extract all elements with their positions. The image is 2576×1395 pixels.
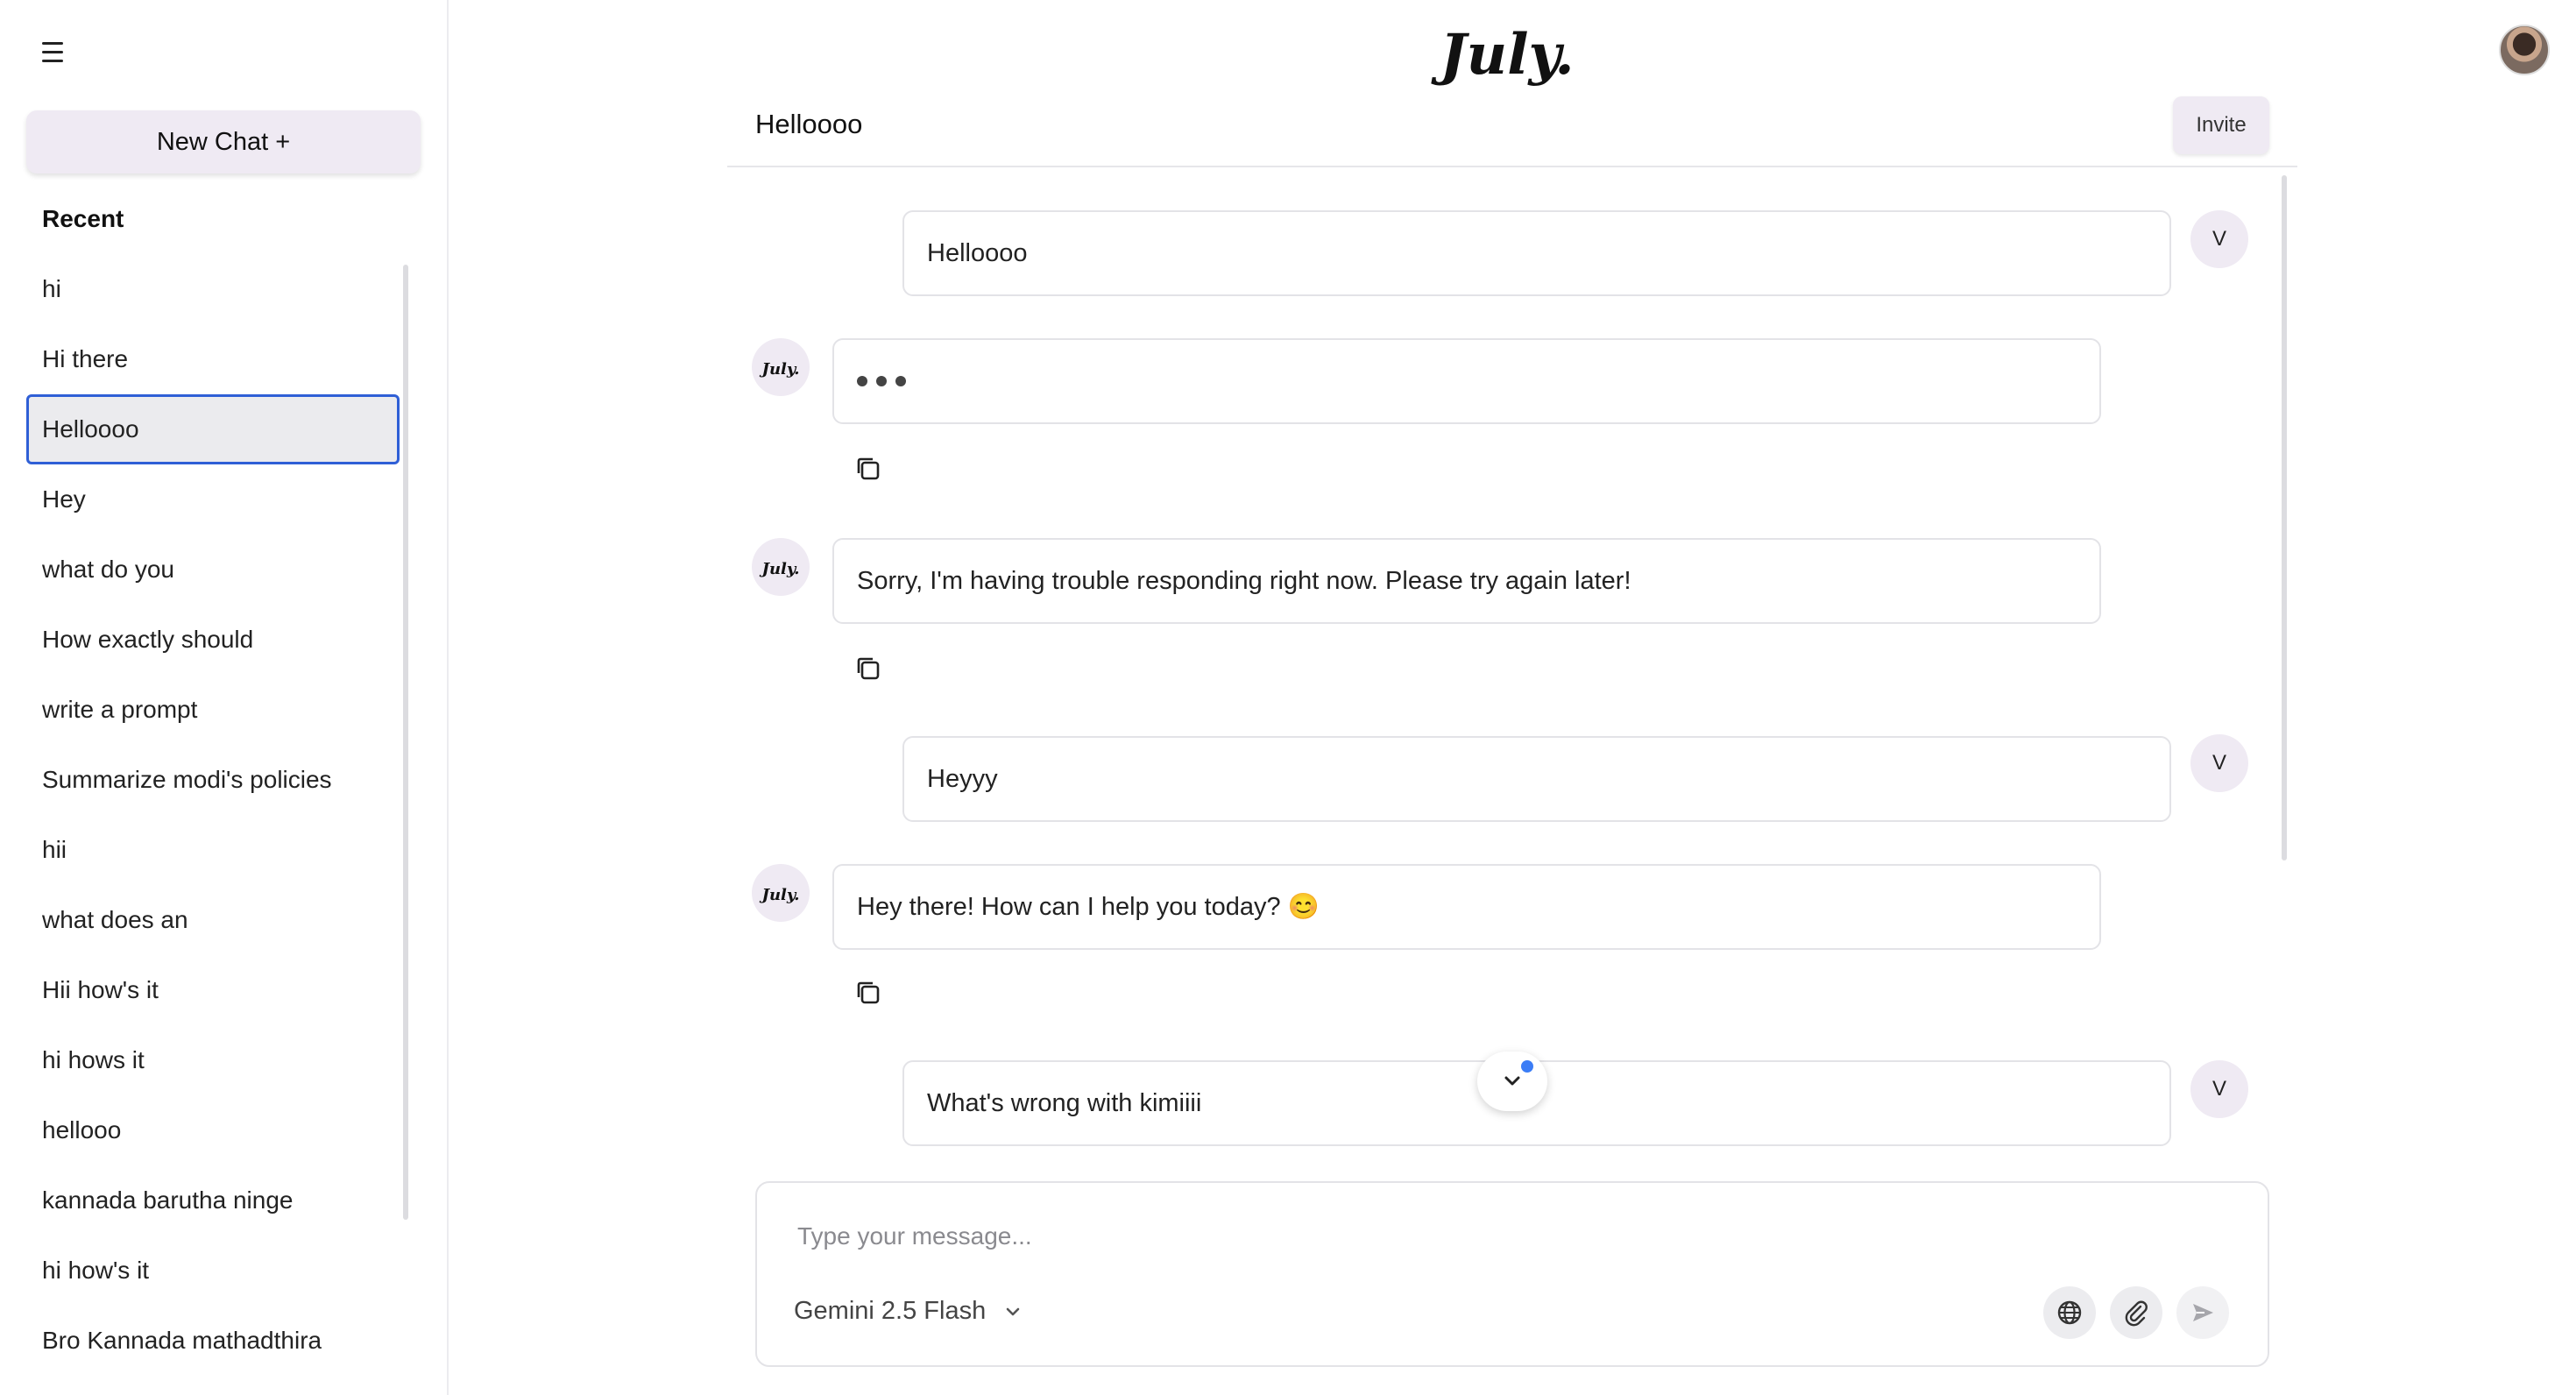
invite-button[interactable]: Invite [2173,96,2269,154]
copy-icon[interactable] [853,454,883,484]
sidebar-scrollbar[interactable] [403,265,408,1220]
svg-text:July.: July. [759,560,799,578]
attach-button[interactable] [2110,1286,2162,1339]
svg-text:July.: July. [1430,22,1574,88]
recent-heading: Recent [42,205,124,232]
assistant-message-typing [832,338,2101,424]
sidebar-item[interactable]: Summarize modi's policies [26,745,400,815]
assistant-avatar: July. [752,864,810,922]
message-text: Heyyy [927,764,998,793]
copy-icon[interactable] [853,978,883,1008]
message-text: Hey there! How can I help you today? 😊 [857,893,1320,921]
sidebar-item[interactable]: hi [26,254,400,324]
brand-logo: July. [1430,22,1574,88]
sidebar-item[interactable]: Hi there [26,324,400,394]
menu-icon[interactable] [42,42,72,68]
user-avatar-badge[interactable]: V [2190,1060,2248,1118]
web-search-button[interactable] [2043,1286,2096,1339]
user-avatar-badge[interactable]: V [2190,734,2248,792]
chevron-down-icon [1006,1307,1020,1315]
notification-dot [1521,1060,1533,1073]
conversation-title: Helloooo [755,109,863,139]
message-text: Helloooo [927,238,1028,267]
assistant-avatar: July. [752,538,810,596]
user-avatar[interactable] [2499,25,2550,75]
svg-text:July.: July. [759,360,799,379]
sidebar-item[interactable]: hii [26,815,400,885]
svg-text:July.: July. [759,886,799,904]
user-avatar-badge[interactable]: V [2190,210,2248,268]
sidebar-item[interactable]: Hii how's it [26,955,400,1025]
message-text: What's wrong with kimiiii [927,1088,1202,1117]
sidebar-item[interactable]: hi how's it [26,1236,400,1306]
new-chat-button[interactable]: New Chat + [26,110,421,173]
sidebar-item[interactable]: what do you [26,535,400,605]
sidebar-item[interactable]: hellooo [26,1095,400,1165]
chevron-down-icon [1504,1076,1520,1086]
send-button[interactable] [2176,1286,2229,1339]
copy-icon[interactable] [853,654,883,683]
typing-indicator-icon [857,376,906,386]
assistant-message: Sorry, I'm having trouble responding rig… [832,538,2101,624]
user-message: Heyyy [902,736,2171,822]
send-icon [2193,1304,2213,1321]
sidebar-item[interactable]: hi hows it [26,1025,400,1095]
paperclip-icon [2125,1300,2148,1327]
globe-icon [2057,1300,2082,1325]
user-message: Helloooo [902,210,2171,296]
message-composer: Gemini 2.5 Flash [755,1181,2269,1367]
sidebar-item[interactable]: what does an [26,885,400,955]
assistant-avatar: July. [752,338,810,396]
model-selector[interactable]: Gemini 2.5 Flash [794,1297,1024,1326]
chat-scrollbar[interactable] [2282,175,2287,860]
sidebar-item-active[interactable]: Helloooo [26,394,400,464]
sidebar: New Chat + Recent hi Hi there Helloooo H… [0,0,449,1395]
scroll-to-bottom-button[interactable] [1477,1052,1547,1111]
recent-chat-list: hi Hi there Helloooo Hey what do you How… [26,254,400,1376]
sidebar-item[interactable]: write a prompt [26,675,400,745]
message-text: Sorry, I'm having trouble responding rig… [857,566,1631,595]
sidebar-item[interactable]: Bro Kannada mathadthira [26,1306,400,1376]
header-divider [727,166,2297,167]
sidebar-item[interactable]: Hey [26,464,400,535]
assistant-message: Hey there! How can I help you today? 😊 [832,864,2101,950]
sidebar-item[interactable]: How exactly should [26,605,400,675]
model-label: Gemini 2.5 Flash [794,1297,987,1325]
sidebar-item[interactable]: kannada barutha ninge [26,1165,400,1236]
message-input[interactable] [797,1214,2199,1258]
